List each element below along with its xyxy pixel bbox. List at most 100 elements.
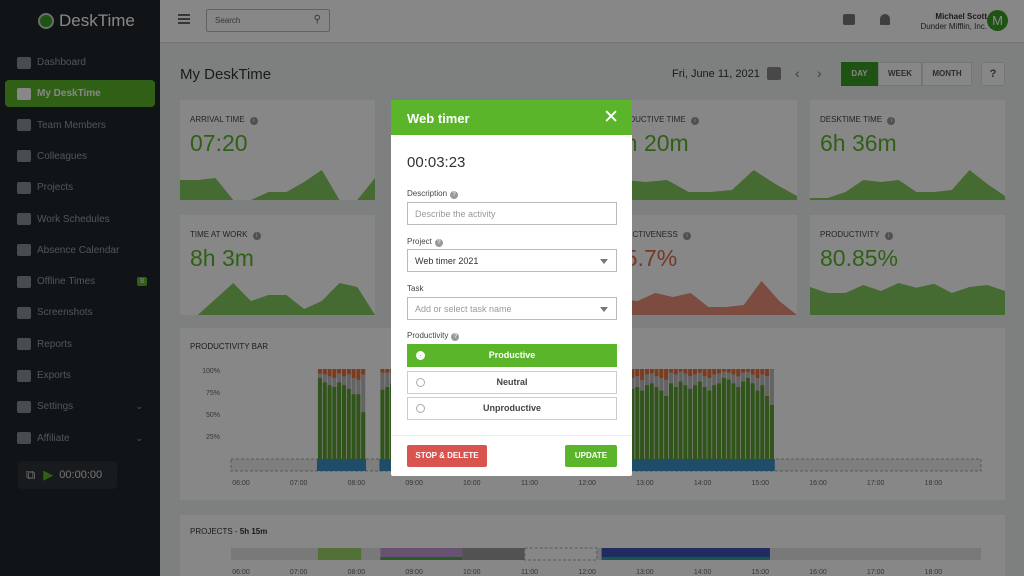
sidebar-item-affiliate[interactable]: Affiliate ⌄ (5, 425, 155, 452)
external-link-icon[interactable]: ⧉ (26, 467, 35, 483)
info-icon[interactable]: i (887, 117, 896, 125)
productive-bar (332, 387, 337, 459)
productive-bar (346, 388, 351, 459)
info-icon[interactable]: i (249, 117, 258, 125)
y-tick-label: 50% (206, 412, 220, 419)
sidebar-item-offline-times[interactable]: Offline Times 8 (5, 268, 155, 295)
sidebar-item-my-desktime[interactable]: My DeskTime (5, 80, 155, 108)
description-input[interactable]: Describe the activity (407, 202, 617, 225)
chevron-down-icon[interactable]: ⌄ (135, 401, 143, 412)
top-header: Search ⚲ Michael Scott Dunder Mifflin, Inc… (160, 0, 1024, 43)
chevron-down-icon[interactable]: ⌄ (135, 433, 143, 444)
pie-chart-icon (17, 338, 31, 351)
project-select[interactable]: Web timer 2021 (407, 249, 617, 272)
productive-bar (322, 382, 327, 459)
x-tick-label: 10:00 (463, 569, 481, 576)
x-tick-label: 14:00 (694, 480, 712, 487)
productive-bar (356, 394, 361, 459)
productive-bar (351, 394, 356, 459)
sidebar-item-dashboard[interactable]: Dashboard (5, 49, 155, 76)
unproductive-bar (332, 369, 337, 378)
unproductive-bar (673, 369, 678, 375)
next-day-button[interactable]: › (817, 65, 822, 81)
help-icon[interactable]: ? (434, 239, 443, 247)
unproductive-option[interactable]: Unproductive (407, 397, 617, 420)
info-icon[interactable]: i (690, 117, 699, 125)
tab-week[interactable]: WEEK (878, 62, 922, 86)
sidebar-item-settings[interactable]: Settings ⌄ (5, 393, 155, 420)
prev-day-button[interactable]: ‹ (795, 65, 800, 81)
close-icon[interactable]: ✕ (603, 106, 619, 129)
sidebar-item-reports[interactable]: Reports (5, 331, 155, 358)
logo[interactable]: DeskTime (38, 11, 135, 31)
task-label: Task (407, 284, 424, 293)
radio[interactable] (416, 404, 425, 413)
help-icon[interactable]: ? (450, 191, 459, 199)
unproductive-bar (640, 369, 645, 380)
info-icon[interactable]: i (884, 232, 893, 240)
sidebar-item-projects[interactable]: Projects (5, 174, 155, 201)
sparkline (810, 283, 1005, 315)
search-input[interactable]: Search ⚲ (206, 9, 330, 32)
task-select[interactable]: Add or select task name (407, 297, 617, 320)
tab-month[interactable]: MONTH (922, 62, 972, 86)
sidebar-item-team-members[interactable]: Team Members (5, 112, 155, 139)
sparkline-area (810, 283, 1005, 315)
sidebar-item-colleagues[interactable]: Colleagues (5, 143, 155, 170)
sparkline-area (180, 283, 375, 315)
unproductive-bar (736, 369, 741, 377)
elapsed-time: 00:03:23 (407, 154, 466, 171)
sidebar-item-work-schedules[interactable]: Work Schedules (5, 206, 155, 233)
x-tick-label: 09:00 (405, 569, 423, 576)
x-tick-label: 12:00 (578, 480, 596, 487)
users-icon (17, 119, 31, 132)
info-icon[interactable]: i (683, 232, 692, 240)
unproductive-bar (702, 369, 707, 377)
sidebar-item-absence-calendar[interactable]: Absence Calendar (5, 237, 155, 264)
avatar[interactable]: M (987, 10, 1008, 31)
update-button[interactable]: UPDATE (565, 445, 617, 467)
stat-card: ARRIVAL TIME i 07:20 (180, 100, 375, 200)
x-tick-label: 09:00 (405, 480, 423, 487)
sparkline (810, 170, 1005, 200)
productive-bar (760, 385, 765, 459)
project-segment[interactable] (462, 548, 525, 560)
unproductive-bar (317, 369, 322, 374)
productive-bar (654, 387, 659, 459)
hamburger-menu-icon[interactable] (178, 14, 190, 24)
modal-title: Web timer (407, 111, 470, 126)
productive-option[interactable]: Productive (407, 344, 617, 367)
search-icon[interactable]: ⚲ (314, 14, 321, 25)
stat-value: 07:20 (190, 130, 248, 156)
unproductive-bar (664, 369, 669, 380)
sidebar-item-screenshots[interactable]: Screenshots (5, 299, 155, 326)
unproductive-bar (322, 369, 327, 375)
task-segment[interactable] (601, 557, 770, 560)
calendar-icon[interactable] (767, 67, 781, 80)
productive-bar (765, 396, 770, 459)
radio[interactable] (416, 378, 425, 387)
user-info[interactable]: Michael Scott Dunder Mifflin, Inc. (920, 12, 987, 32)
project-segment[interactable] (317, 548, 362, 560)
productive-bar (707, 390, 712, 459)
help-button[interactable]: ? (981, 62, 1005, 86)
neutral-option[interactable]: Neutral (407, 371, 617, 394)
help-icon[interactable]: ? (451, 333, 460, 341)
x-tick-label: 18:00 (925, 569, 943, 576)
bell-icon[interactable] (880, 14, 890, 25)
chat-icon[interactable] (843, 14, 855, 25)
stat-card: TIME AT WORK i 8h 3m (180, 215, 375, 315)
chevron-down-icon (600, 259, 608, 264)
productive-bar (664, 396, 669, 459)
inbox-icon (17, 181, 31, 194)
radio-selected[interactable] (416, 351, 425, 360)
sidebar-timer: ⧉ ▶ 00:00:00 (18, 461, 117, 489)
bar-chart-icon (17, 56, 31, 69)
unproductive-bar (644, 369, 649, 375)
task-segment[interactable] (380, 557, 463, 560)
tab-day[interactable]: DAY (841, 62, 878, 86)
play-icon[interactable]: ▶ (43, 467, 53, 483)
sidebar-item-exports[interactable]: Exports (5, 362, 155, 389)
stop-delete-button[interactable]: STOP & DELETE (407, 445, 487, 467)
info-icon[interactable]: i (252, 232, 261, 240)
